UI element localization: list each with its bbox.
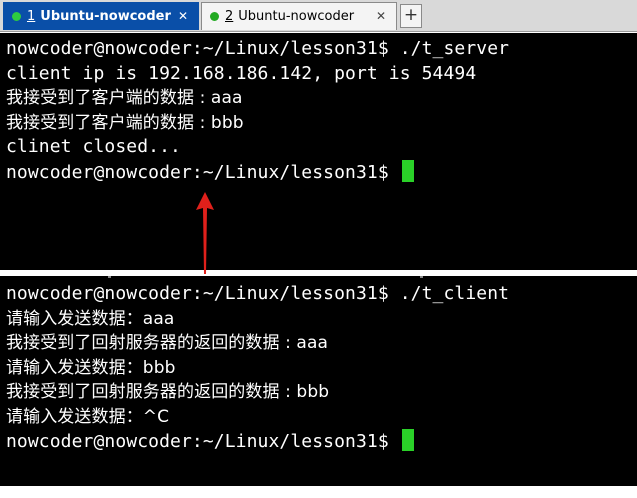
server-terminal[interactable]: nowcoder@nowcoder:~/Linux/lesson31$ ./t_…	[0, 33, 637, 270]
client-terminal[interactable]: nowcoder@nowcoder:~/Linux/lesson31$ ./t_…	[0, 276, 637, 486]
terminal-line: client ip is 192.168.186.142, port is 54…	[6, 62, 477, 84]
server-window: 1 Ubuntu-nowcoder ✕ 2 Ubuntu-nowcoder ✕ …	[0, 0, 637, 270]
terminal-line: nowcoder@nowcoder:~/Linux/lesson31$ ./t_…	[6, 283, 510, 304]
annotation-arrow-icon	[196, 192, 214, 274]
tab-bar: 1 Ubuntu-nowcoder ✕ 2 Ubuntu-nowcoder ✕ …	[0, 0, 637, 32]
terminal-prompt-line: nowcoder@nowcoder:~/Linux/lesson31$	[6, 429, 637, 454]
terminal-line: 请输入发送数据：^C	[6, 406, 170, 427]
close-tab-icon[interactable]: ✕	[176, 9, 190, 23]
terminal-line: 我接受到了客户端的数据 : bbb	[6, 112, 244, 133]
terminal-cursor	[401, 159, 414, 182]
window-bottom-edge	[0, 486, 637, 498]
terminal-line: nowcoder@nowcoder:~/Linux/lesson31$ ./t_…	[6, 38, 510, 59]
terminal-prompt-line: nowcoder@nowcoder:~/Linux/lesson31$	[6, 159, 637, 185]
tab-1[interactable]: 1 Ubuntu-nowcoder ✕	[3, 2, 199, 30]
status-dot-icon	[210, 12, 219, 21]
tab-title: Ubuntu-nowcoder	[40, 9, 171, 24]
new-tab-button[interactable]: +	[400, 4, 422, 28]
tab-title: Ubuntu-nowcoder	[238, 9, 355, 24]
terminal-line: 我接受到了客户端的数据 : aaa	[6, 88, 243, 108]
terminal-line: 请输入发送数据：aaa	[6, 308, 175, 329]
client-window: nowcoder@nowcoder:~/Linux/lesson31$ ./t_…	[0, 276, 637, 486]
terminal-line: 请输入发送数据：bbb	[6, 357, 176, 378]
close-tab-icon[interactable]: ✕	[374, 9, 388, 23]
terminal-cursor	[401, 429, 414, 451]
terminal-line: 我接受到了回射服务器的返回的数据 : bbb	[6, 382, 330, 402]
scrolled-text-fragment	[0, 276, 637, 282]
terminal-line: 我接受到了回射服务器的返回的数据 : aaa	[6, 333, 328, 353]
tab-number: 2	[225, 9, 234, 24]
terminal-line: clinet closed...	[6, 136, 181, 157]
status-dot-icon	[12, 12, 21, 21]
tab-number: 1	[27, 9, 36, 24]
tab-2[interactable]: 2 Ubuntu-nowcoder ✕	[201, 2, 397, 30]
